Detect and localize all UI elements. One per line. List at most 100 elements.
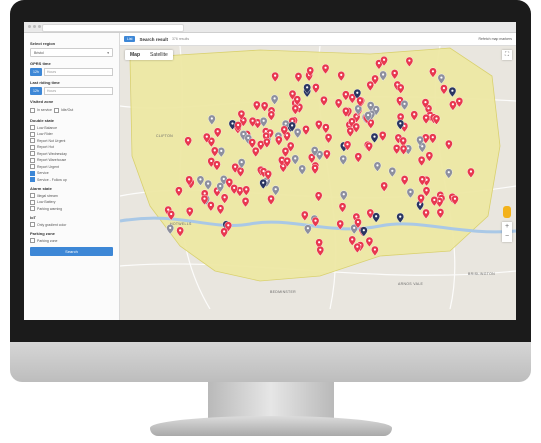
map-marker-dot: [327, 135, 330, 139]
map-view[interactable]: Map Satellite ⛶ CLIFTON BRISLINGTON ARNO…: [120, 46, 516, 320]
alarm-state-option[interactable]: Illegal stream: [30, 193, 113, 198]
region-select[interactable]: Bristol ▾: [30, 48, 113, 57]
iot-option[interactable]: Only gradient color: [30, 222, 113, 227]
checkbox[interactable]: [30, 144, 35, 150]
map-marker-dot: [210, 139, 213, 142]
map-marker-dot: [447, 171, 450, 174]
map-marker-dot: [213, 149, 216, 152]
map-marker-dot: [188, 209, 191, 212]
checkbox[interactable]: [30, 199, 35, 205]
map-marker-dot: [169, 226, 172, 230]
double-state-option[interactable]: Report Not Urgent: [30, 138, 113, 143]
map-marker-dot: [283, 128, 286, 131]
map-marker-dot: [237, 123, 240, 127]
map-marker-dot: [310, 155, 313, 159]
checkbox[interactable]: [30, 222, 35, 227]
tab-map[interactable]: Map: [125, 50, 145, 60]
map-marker-dot: [199, 178, 202, 181]
double-state-option[interactable]: Report Urgent: [30, 164, 113, 169]
map-marker-dot: [296, 130, 299, 133]
checkbox[interactable]: [30, 131, 35, 137]
double-state-option[interactable]: Low Balance: [30, 125, 113, 130]
zoom-in-button[interactable]: +: [502, 222, 512, 232]
monitor-base: [150, 416, 392, 436]
place-label: HOTWELLS: [170, 222, 192, 226]
map-marker-dot: [377, 62, 381, 65]
maximize-dot[interactable]: [38, 25, 41, 28]
alarm-state-option[interactable]: Parking warning: [30, 206, 113, 211]
map-marker-dot: [219, 184, 222, 188]
zoom-out-button[interactable]: −: [502, 232, 512, 242]
map-marker-dot: [306, 86, 309, 89]
double-state-option[interactable]: Report Hot: [30, 144, 113, 150]
checkbox[interactable]: [30, 151, 35, 156]
checkbox[interactable]: [30, 125, 35, 130]
map-marker-dot: [228, 180, 231, 183]
map-marker-dot: [458, 99, 461, 103]
map-canvas[interactable]: [120, 46, 516, 309]
map-marker-dot: [263, 104, 266, 107]
map-marker-dot: [421, 178, 424, 181]
map-marker-dot: [368, 239, 371, 242]
radio[interactable]: [30, 107, 35, 113]
fullscreen-icon[interactable]: ⛶: [502, 50, 512, 60]
map-marker-dot: [269, 197, 273, 200]
refetch-markers-button[interactable]: Refetch map markers: [479, 37, 512, 41]
checkbox[interactable]: [30, 193, 35, 198]
last-riding-time-input[interactable]: Hours: [43, 87, 113, 95]
street-view-pegman-icon[interactable]: [503, 206, 511, 218]
map-marker-dot: [362, 229, 365, 232]
checkbox[interactable]: [30, 138, 35, 143]
last-riding-time-unit-button[interactable]: 12h: [30, 87, 42, 95]
double-state-option[interactable]: Service - Follow up: [30, 177, 113, 182]
map-marker-dot: [397, 136, 400, 139]
map-marker-dot: [291, 124, 294, 127]
visited-zone-option[interactable]: In service: [30, 107, 52, 113]
map-marker-dot: [247, 136, 250, 140]
parking-zone-option[interactable]: Parking zone: [30, 238, 113, 243]
close-dot[interactable]: [28, 25, 31, 28]
map-marker-dot: [187, 139, 190, 142]
map-marker-dot: [324, 125, 327, 129]
map-marker-dot: [382, 58, 386, 61]
map-marker-dot: [428, 154, 431, 157]
map-marker-dot: [284, 122, 287, 125]
gprs-time-label: GPRS time: [30, 61, 51, 66]
list-button[interactable]: List: [124, 36, 136, 42]
url-bar[interactable]: [42, 24, 184, 32]
map-marker-dot: [408, 59, 411, 62]
map-marker-dot: [374, 108, 378, 111]
alarm-state-option[interactable]: Low Battery: [30, 199, 113, 205]
map-marker-dot: [188, 178, 191, 181]
map-marker-dot: [313, 148, 316, 152]
map-marker-dot: [355, 215, 358, 218]
visited-zone-option[interactable]: Idle/Out: [53, 107, 73, 113]
double-state-option[interactable]: Service: [30, 170, 113, 176]
double-state-option[interactable]: Report Wednesday: [30, 151, 113, 156]
select-region-label: Select region: [30, 41, 56, 46]
map-marker-dot: [318, 152, 321, 156]
radio[interactable]: [53, 107, 59, 113]
gprs-time-input[interactable]: Hours: [43, 68, 113, 76]
map-marker-dot: [420, 158, 423, 161]
map-marker-dot: [317, 194, 320, 197]
map-marker-dot: [303, 213, 306, 216]
minimize-dot[interactable]: [33, 25, 36, 28]
checkbox[interactable]: [30, 170, 35, 176]
map-marker-dot: [373, 248, 377, 251]
double-state-option[interactable]: Low Rider: [30, 131, 113, 137]
double-state-option[interactable]: Report Warehouse: [30, 157, 113, 163]
checkbox[interactable]: [30, 157, 35, 163]
checkbox[interactable]: [30, 206, 35, 211]
map-marker-dot: [242, 119, 245, 122]
search-button[interactable]: Search: [30, 247, 113, 256]
map-marker-dot: [409, 190, 412, 193]
map-marker-dot: [322, 98, 326, 101]
checkbox[interactable]: [30, 238, 35, 243]
tab-satellite[interactable]: Satellite: [145, 50, 173, 60]
map-marker-dot: [296, 98, 299, 101]
map-marker-dot: [353, 226, 356, 229]
gprs-time-unit-button[interactable]: 12h: [30, 68, 42, 76]
checkbox[interactable]: [30, 164, 35, 169]
checkbox[interactable]: [30, 177, 35, 182]
